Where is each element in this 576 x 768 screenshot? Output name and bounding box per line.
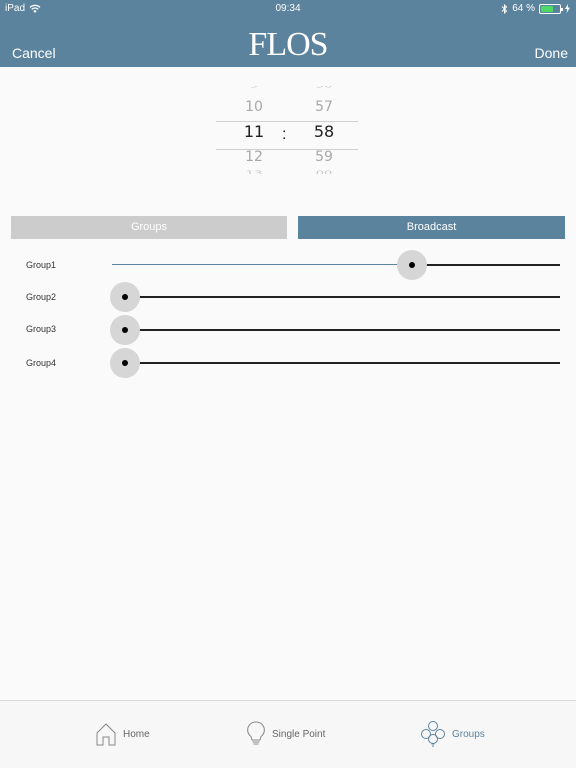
hour-option: 13 bbox=[245, 170, 263, 174]
minute-wheel[interactable]: 56 57 58 59 00 bbox=[294, 84, 354, 176]
tab-home-label: Home bbox=[123, 728, 150, 740]
hour-option: 10 bbox=[245, 99, 263, 115]
picker-divider-top bbox=[216, 121, 358, 122]
slider-track[interactable] bbox=[426, 264, 560, 266]
done-button[interactable]: Done bbox=[535, 45, 568, 61]
hour-option: 9 bbox=[224, 86, 284, 90]
time-picker[interactable]: 9 10 11 12 13 : 56 57 58 59 00 bbox=[216, 84, 358, 184]
status-time: 09:34 bbox=[275, 3, 301, 14]
slider-track[interactable] bbox=[138, 362, 560, 364]
tab-bar: Home Single Point Groups bbox=[0, 700, 576, 768]
battery-percent: 64 % bbox=[512, 3, 535, 14]
lightbulb-icon bbox=[247, 721, 265, 745]
slider-thumb[interactable] bbox=[110, 315, 140, 345]
flos-logo: FLOS bbox=[248, 26, 328, 63]
tab-single-point-label: Single Point bbox=[272, 728, 326, 740]
picker-divider-bottom bbox=[216, 149, 358, 150]
group-label: Group3 bbox=[26, 324, 57, 334]
slider-thumb[interactable] bbox=[110, 348, 140, 378]
house-icon bbox=[96, 723, 116, 746]
groups-mode-button[interactable]: Groups bbox=[11, 216, 287, 239]
group-label: Group4 bbox=[26, 358, 57, 368]
slider-track[interactable] bbox=[138, 329, 560, 331]
slider-thumb-dot bbox=[122, 360, 128, 366]
group-label: Group2 bbox=[26, 292, 57, 302]
status-right: 64 % bbox=[501, 3, 570, 14]
hour-wheel[interactable]: 9 10 11 12 13 bbox=[224, 84, 284, 176]
slider-fill bbox=[112, 264, 398, 265]
tab-single-point[interactable]: Single Point bbox=[246, 719, 325, 749]
tab-groups-label: Groups bbox=[452, 728, 485, 740]
group-label: Group1 bbox=[26, 260, 57, 270]
battery-cap bbox=[561, 7, 563, 11]
charging-icon bbox=[565, 4, 570, 13]
minute-option: 56 bbox=[294, 86, 354, 90]
selected-minute: 58 bbox=[313, 122, 335, 141]
tab-groups[interactable]: Groups bbox=[420, 719, 485, 749]
groups-icon bbox=[421, 721, 445, 747]
minute-option: 00 bbox=[315, 170, 333, 174]
slider-thumb[interactable] bbox=[110, 282, 140, 312]
battery-icon bbox=[539, 3, 563, 14]
minute-option: 57 bbox=[315, 99, 333, 115]
time-separator: : bbox=[282, 126, 287, 143]
bluetooth-icon bbox=[501, 3, 508, 14]
broadcast-mode-button[interactable]: Broadcast bbox=[298, 216, 565, 239]
slider-thumb-dot bbox=[122, 294, 128, 300]
slider-thumb[interactable] bbox=[397, 250, 427, 280]
slider-thumb-dot bbox=[409, 262, 415, 268]
slider-thumb-dot bbox=[122, 327, 128, 333]
selected-hour: 11 bbox=[243, 122, 265, 141]
navigation-header: iPad 09:34 64 % Cancel FLOS Done bbox=[0, 0, 576, 67]
battery-fill bbox=[541, 5, 553, 12]
tab-home[interactable]: Home bbox=[95, 719, 150, 749]
slider-track[interactable] bbox=[138, 296, 560, 298]
